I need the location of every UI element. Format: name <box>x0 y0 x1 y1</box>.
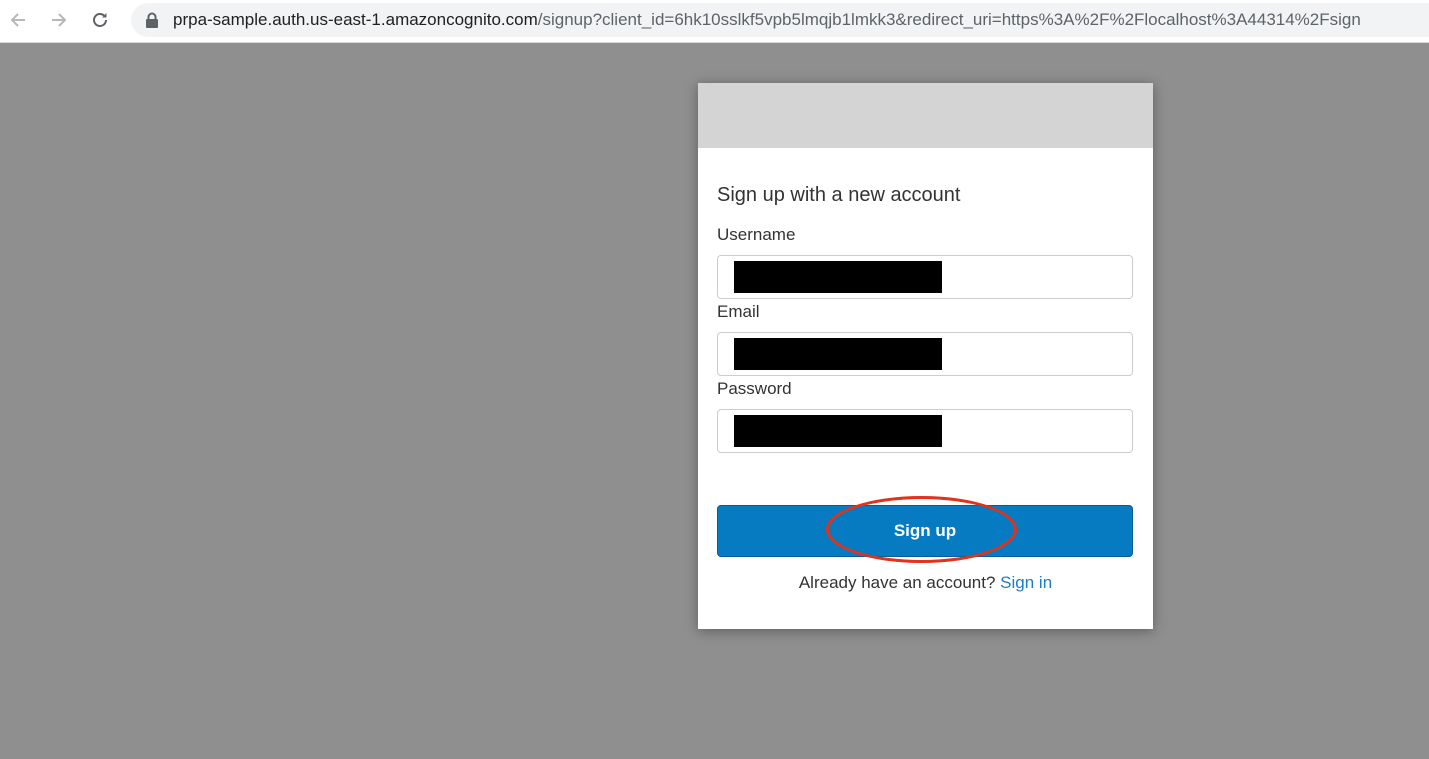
back-arrow-icon[interactable] <box>6 8 30 32</box>
signin-prompt: Already have an account? Sign in <box>698 573 1153 593</box>
form-title: Sign up with a new account <box>717 184 961 206</box>
url-text: prpa-sample.auth.us-east-1.amazoncognito… <box>173 10 1361 30</box>
password-input[interactable] <box>717 409 1133 453</box>
browser-toolbar: prpa-sample.auth.us-east-1.amazoncognito… <box>0 0 1429 43</box>
username-label: Username <box>717 225 796 244</box>
signup-card: Sign up with a new account Username Emai… <box>698 83 1153 629</box>
reload-icon[interactable] <box>88 8 112 32</box>
lock-icon <box>146 12 158 28</box>
signin-link[interactable]: Sign in <box>1000 573 1052 592</box>
signin-prompt-text: Already have an account? <box>798 573 996 592</box>
forward-arrow-icon[interactable] <box>47 8 71 32</box>
username-input[interactable] <box>717 255 1133 299</box>
redaction-block <box>734 338 942 370</box>
card-banner <box>698 83 1153 148</box>
password-label: Password <box>717 379 792 398</box>
email-input[interactable] <box>717 332 1133 376</box>
url-path: /signup?client_id=6hk10sslkf5vpb5lmqjb1l… <box>537 10 1361 29</box>
redaction-block <box>734 261 942 293</box>
signup-button[interactable]: Sign up <box>717 505 1133 557</box>
url-host: prpa-sample.auth.us-east-1.amazoncognito… <box>173 10 538 29</box>
email-label: Email <box>717 302 760 321</box>
address-bar[interactable]: prpa-sample.auth.us-east-1.amazoncognito… <box>131 3 1429 37</box>
redaction-block <box>734 415 942 447</box>
